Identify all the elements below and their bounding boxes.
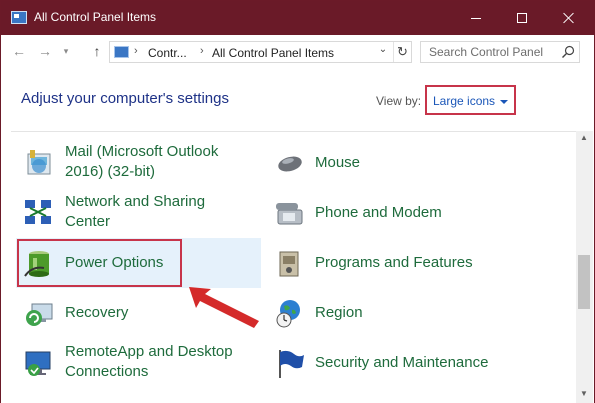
programs-icon	[279, 251, 299, 277]
divider	[11, 131, 576, 132]
list-item-security-maintenance[interactable]: Security and Maintenance	[266, 338, 571, 388]
breadcrumb-control-panel[interactable]: Contr...	[148, 46, 187, 60]
list-item-phone-modem[interactable]: Phone and Modem	[266, 188, 571, 238]
search-box[interactable]	[420, 41, 580, 63]
up-arrow-icon[interactable]: ↑	[89, 42, 105, 60]
title-bar[interactable]: All Control Panel Items	[1, 1, 594, 35]
window-title: All Control Panel Items	[34, 10, 157, 24]
scroll-thumb[interactable]	[578, 255, 590, 309]
item-label: Network and Sharing Center	[65, 193, 206, 230]
mouse-icon	[278, 156, 302, 172]
maximize-button[interactable]	[499, 1, 545, 35]
list-item-remoteapp[interactable]: RemoteApp and Desktop Connections	[16, 338, 261, 388]
item-label: Programs and Features	[315, 254, 473, 271]
minimize-button[interactable]	[453, 1, 499, 35]
item-label: Region	[315, 304, 363, 321]
remote-desktop-icon	[25, 351, 51, 376]
item-label: Phone and Modem	[315, 204, 442, 221]
scroll-down-icon[interactable]: ▼	[580, 389, 588, 398]
phone-modem-icon	[276, 203, 303, 225]
list-item-mouse[interactable]: Mouse	[266, 138, 571, 188]
close-icon	[563, 12, 575, 24]
back-arrow-icon[interactable]: ←	[11, 42, 27, 60]
security-flag-icon	[279, 350, 304, 378]
breadcrumb-separator-icon: ›	[134, 45, 138, 57]
recovery-icon	[26, 303, 53, 326]
content-area: Adjust your computer's settings View by:…	[1, 69, 594, 403]
region-icon	[276, 300, 300, 328]
view-by-highlight: Large icons	[425, 85, 516, 115]
item-label: RemoteApp and Desktop Connections	[65, 343, 233, 380]
navigation-bar: ← → ▾ ↑ › Contr... › All Control Panel I…	[1, 35, 594, 69]
forward-arrow-icon[interactable]: →	[37, 42, 53, 60]
maximize-icon	[517, 13, 527, 23]
mail-icon	[27, 150, 51, 175]
list-item-region[interactable]: Region	[266, 288, 571, 338]
pointer-arrow-icon	[189, 287, 259, 328]
scroll-up-icon[interactable]: ▲	[580, 133, 588, 142]
control-panel-window: All Control Panel Items ← → ▾ ↑ › Contr.…	[0, 0, 595, 403]
search-input[interactable]	[421, 42, 557, 62]
vertical-scrollbar[interactable]: ▲ ▼	[576, 131, 593, 403]
view-by-label: View by:	[376, 94, 422, 108]
item-label: Mail (Microsoft Outlook 2016) (32-bit)	[65, 143, 219, 180]
view-by-dropdown[interactable]: Large icons	[433, 94, 509, 108]
close-button[interactable]	[546, 1, 592, 35]
breadcrumb-separator-icon: ›	[200, 45, 204, 57]
network-icon	[25, 200, 51, 224]
item-label: Recovery	[65, 304, 129, 321]
minimize-icon	[471, 17, 481, 19]
view-by-value: Large icons	[433, 94, 496, 108]
control-panel-app-icon	[11, 11, 27, 24]
page-heading: Adjust your computer's settings	[21, 90, 229, 107]
refresh-icon[interactable]: ↻	[393, 42, 411, 62]
item-label: Security and Maintenance	[315, 354, 489, 371]
list-item-programs-features[interactable]: Programs and Features	[266, 238, 571, 288]
list-item-network-sharing[interactable]: Network and Sharing Center	[16, 188, 261, 238]
address-dropdown-chevron-icon[interactable]: ⌄	[376, 44, 390, 55]
search-icon[interactable]	[561, 45, 575, 59]
item-label: Mouse	[315, 154, 361, 171]
list-item-mail[interactable]: Mail (Microsoft Outlook 2016) (32-bit)	[16, 138, 261, 188]
recent-locations-chevron-icon[interactable]: ▾	[61, 42, 71, 60]
control-panel-icon	[114, 46, 129, 58]
breadcrumb-all-items[interactable]: All Control Panel Items	[212, 46, 334, 60]
address-bar[interactable]: › Contr... › All Control Panel Items ⌄ ↻	[109, 41, 412, 63]
power-options-highlight	[17, 239, 182, 287]
dropdown-caret-icon	[500, 99, 509, 104]
